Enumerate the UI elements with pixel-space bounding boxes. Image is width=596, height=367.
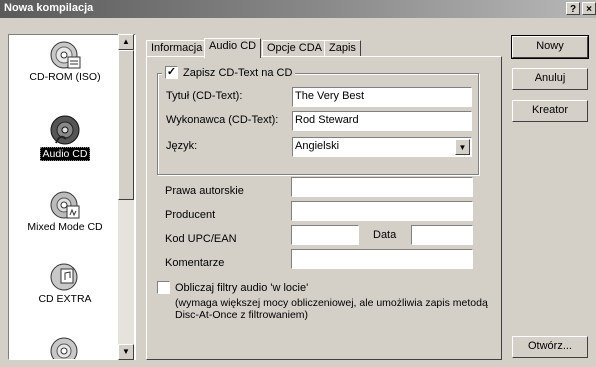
cd-rom-disc-icon <box>50 41 81 69</box>
cd-extra-disc-icon <box>50 263 78 291</box>
new-button[interactable]: Nowy <box>511 35 589 59</box>
filters-note-line1: (wymaga większej mocy obliczeniowej, ale… <box>175 297 488 309</box>
tab-panel-audio-cd: ✓ Zapisz CD-Text na CD Tytuł (CD-Text): … <box>146 56 502 360</box>
upc-input[interactable] <box>291 225 359 245</box>
type-label-cd-extra: CD EXTRA <box>38 293 92 305</box>
filters-checkbox-row[interactable]: Obliczaj filtry audio 'w locie' <box>157 281 308 294</box>
title-bar: Nowa kompilacja ? × <box>0 0 596 18</box>
close-button[interactable]: × <box>582 2 596 15</box>
copyright-input[interactable] <box>291 177 473 197</box>
tab-informacja[interactable]: Informacja <box>146 40 208 57</box>
copyright-label: Prawa autorskie <box>165 185 244 197</box>
scroll-down-button[interactable]: ▼ <box>118 344 134 360</box>
type-label-cd-rom: CD-ROM (ISO) <box>29 71 101 83</box>
tab-zapis[interactable]: Zapis <box>324 40 361 57</box>
chevron-down-icon[interactable]: ▼ <box>455 139 470 155</box>
language-value: Angielski <box>295 140 340 152</box>
type-item-more[interactable] <box>11 335 119 359</box>
audio-cd-disc-icon <box>50 115 80 145</box>
cd-text-checkbox-row[interactable]: ✓ Zapisz CD-Text na CD <box>162 66 296 79</box>
cd-text-checkbox-label: Zapisz CD-Text na CD <box>183 66 293 79</box>
cd-text-checkbox[interactable]: ✓ <box>165 66 178 79</box>
compilation-type-list[interactable]: CD-ROM (ISO) Audio CD Mixed Mode CD CD E… <box>8 34 136 360</box>
type-item-audio-cd[interactable]: Audio CD <box>11 113 119 161</box>
filters-checkbox[interactable] <box>157 281 170 294</box>
title-label: Tytuł (CD-Text): <box>166 90 243 102</box>
date-input[interactable] <box>411 225 473 245</box>
comments-label: Komentarze <box>165 257 225 269</box>
wizard-button[interactable]: Kreator <box>512 100 588 122</box>
mixed-mode-disc-icon <box>50 191 80 219</box>
open-button[interactable]: Otwórz... <box>512 336 588 358</box>
title-input[interactable]: The Very Best <box>292 87 472 107</box>
cancel-button[interactable]: Anuluj <box>512 68 588 90</box>
type-label-mixed-mode: Mixed Mode CD <box>27 221 103 233</box>
tab-audio-cd[interactable]: Audio CD <box>204 38 262 58</box>
language-select[interactable]: Angielski ▼ <box>292 137 472 157</box>
date-label: Data <box>373 229 397 241</box>
type-item-cd-extra[interactable]: CD EXTRA <box>11 261 119 305</box>
filters-note-line2: Disc-At-Once z filtrowaniem) <box>175 309 309 321</box>
list-scrollbar[interactable]: ▲ ▼ <box>118 34 134 360</box>
artist-label: Wykonawca (CD-Text): <box>166 114 279 126</box>
scroll-thumb[interactable] <box>118 50 134 200</box>
type-label-audio-cd: Audio CD <box>39 147 91 161</box>
tab-opcje-cda[interactable]: Opcje CDA <box>262 40 328 57</box>
scroll-up-button[interactable]: ▲ <box>118 34 134 50</box>
type-item-mixed-mode[interactable]: Mixed Mode CD <box>11 189 119 233</box>
producer-label: Producent <box>165 209 216 221</box>
producer-input[interactable] <box>291 201 473 221</box>
filters-checkbox-label: Obliczaj filtry audio 'w locie' <box>175 281 309 294</box>
type-item-cd-rom[interactable]: CD-ROM (ISO) <box>11 39 119 83</box>
cd-text-group: ✓ Zapisz CD-Text na CD Tytuł (CD-Text): … <box>157 66 479 175</box>
comments-input[interactable] <box>291 249 473 269</box>
language-label: Język: <box>166 140 198 152</box>
disc-icon <box>50 337 78 359</box>
artist-input[interactable]: Rod Steward <box>292 111 472 131</box>
window-title: Nowa kompilacja <box>4 2 94 14</box>
help-button[interactable]: ? <box>566 2 580 15</box>
upc-label: Kod UPC/EAN <box>165 233 237 245</box>
